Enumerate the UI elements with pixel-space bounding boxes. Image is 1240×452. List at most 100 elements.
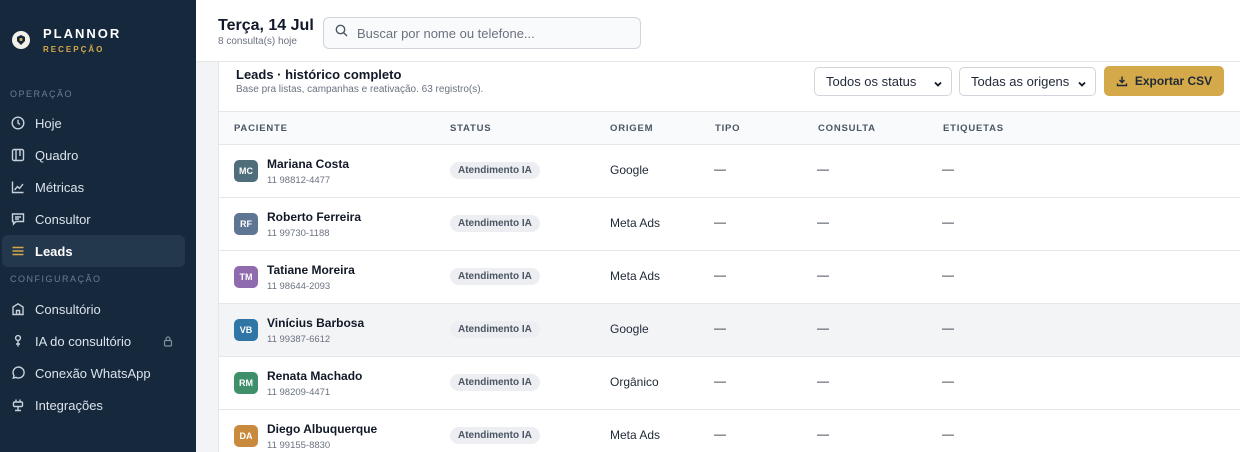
- origem-filter-select[interactable]: Todas as origens: [959, 67, 1096, 96]
- status-badge: Atendimento IA: [450, 427, 540, 444]
- message-icon: [11, 212, 25, 226]
- table-header: PACIENTE STATUS ORIGEM TIPO CONSULTA ETI…: [219, 111, 1240, 145]
- consulta-value: —: [817, 215, 829, 229]
- patient-phone: 11 99387-6612: [267, 334, 331, 345]
- sidebar-item-metricas[interactable]: Métricas: [2, 171, 185, 203]
- patient-phone: 11 98209-4471: [267, 387, 331, 398]
- avatar: TM: [234, 266, 258, 288]
- avatar: MC: [234, 160, 258, 182]
- origem-value: Google: [610, 322, 649, 336]
- patient-name: Roberto Ferreira: [267, 210, 362, 224]
- etiquetas-value: —: [942, 268, 954, 282]
- leads-title: Leads · histórico completo: [236, 67, 402, 82]
- column-header-etiquetas[interactable]: ETIQUETAS: [943, 123, 1004, 134]
- sidebar-item-ia[interactable]: IA do consultório: [2, 325, 185, 357]
- tipo-value: —: [714, 374, 726, 388]
- top-bar: Terça, 14 Jul 8 consulta(s) hoje: [196, 0, 1240, 62]
- patient-phone: 11 98644-2093: [267, 281, 331, 292]
- etiquetas-value: —: [942, 215, 954, 229]
- chat-bubble-icon: [11, 366, 25, 380]
- leads-card: Leads · histórico completo Base pra list…: [218, 62, 1240, 452]
- table-row[interactable]: DA Diego Albuquerque 11 99155-8830 Atend…: [219, 410, 1240, 452]
- etiquetas-value: —: [942, 321, 954, 335]
- tipo-value: —: [714, 268, 726, 282]
- column-header-paciente[interactable]: PACIENTE: [234, 123, 288, 134]
- brand-name: PLANNOR: [43, 26, 122, 41]
- consulta-value: —: [817, 427, 829, 441]
- avatar: RF: [234, 213, 258, 235]
- status-badge: Atendimento IA: [450, 268, 540, 285]
- section-label-configuracao: CONFIGURAÇÃO: [10, 274, 102, 284]
- patient-name: Tatiane Moreira: [267, 263, 355, 277]
- kanban-icon: [11, 148, 25, 162]
- section-label-operacao: OPERAÇÃO: [10, 89, 74, 99]
- search-icon: [335, 24, 348, 42]
- sidebar-item-consultor[interactable]: Consultor: [2, 203, 185, 235]
- brand-logo-icon: [12, 31, 30, 49]
- appointments-count: 8 consulta(s) hoje: [218, 36, 297, 47]
- tipo-value: —: [714, 215, 726, 229]
- patient-phone: 11 98812-4477: [267, 175, 331, 186]
- tipo-value: —: [714, 162, 726, 176]
- sidebar-item-label: Métricas: [35, 179, 85, 195]
- export-csv-button[interactable]: Exportar CSV: [1104, 66, 1224, 96]
- sidebar-item-label: Conexão WhatsApp: [35, 365, 151, 381]
- page-title: Terça, 14 Jul: [218, 17, 314, 34]
- building-icon: [11, 302, 25, 316]
- search-box[interactable]: [323, 17, 641, 49]
- status-badge: Atendimento IA: [450, 162, 540, 179]
- etiquetas-value: —: [942, 374, 954, 388]
- sidebar-item-integracoes[interactable]: Integrações: [2, 389, 185, 421]
- origem-value: Meta Ads: [610, 269, 661, 283]
- origem-value: Meta Ads: [610, 216, 661, 230]
- sidebar: PLANNOR RECEPÇÃO OPERAÇÃO Hoje Quadro Mé…: [0, 0, 196, 452]
- patient-name: Mariana Costa: [267, 157, 350, 171]
- sidebar-item-label: Leads: [35, 243, 73, 259]
- origem-filter-value: Todas as origens: [971, 74, 1070, 89]
- leads-table-body: MC Mariana Costa 11 98812-4477 Atendimen…: [219, 145, 1240, 452]
- status-filter-value: Todos os status: [826, 74, 917, 89]
- clock-icon: [11, 116, 25, 130]
- brand-subtitle: RECEPÇÃO: [43, 45, 105, 54]
- sidebar-item-quadro[interactable]: Quadro: [2, 139, 185, 171]
- sidebar-item-label: Consultório: [35, 301, 101, 317]
- status-badge: Atendimento IA: [450, 374, 540, 391]
- brand: PLANNOR RECEPÇÃO: [0, 0, 196, 80]
- patient-name: Diego Albuquerque: [267, 422, 378, 436]
- lock-icon: [163, 335, 173, 347]
- avatar: DA: [234, 425, 258, 447]
- patient-name: Vinícius Barbosa: [267, 316, 365, 330]
- chevron-down-icon: [1077, 77, 1087, 92]
- table-row[interactable]: VB Vinícius Barbosa 11 99387-6612 Atendi…: [219, 304, 1240, 357]
- column-header-origem[interactable]: ORIGEM: [610, 123, 653, 134]
- consulta-value: —: [817, 268, 829, 282]
- table-row[interactable]: RM Renata Machado 11 98209-4471 Atendime…: [219, 357, 1240, 410]
- sidebar-item-label: Integrações: [35, 397, 103, 413]
- consulta-value: —: [817, 162, 829, 176]
- list-icon: [11, 244, 25, 258]
- sidebar-item-label: Quadro: [35, 147, 79, 163]
- sidebar-item-label: Hoje: [35, 115, 62, 131]
- sidebar-item-label: IA do consultório: [35, 333, 132, 349]
- status-badge: Atendimento IA: [450, 321, 540, 338]
- patient-phone: 11 99730-1188: [267, 228, 330, 239]
- etiquetas-value: —: [942, 427, 954, 441]
- sidebar-item-leads[interactable]: Leads: [2, 235, 185, 267]
- sidebar-item-hoje[interactable]: Hoje: [2, 107, 185, 139]
- tipo-value: —: [714, 427, 726, 441]
- table-row[interactable]: RF Roberto Ferreira 11 99730-1188 Atendi…: [219, 198, 1240, 251]
- column-header-status[interactable]: STATUS: [450, 123, 491, 134]
- table-row[interactable]: TM Tatiane Moreira 11 98644-2093 Atendim…: [219, 251, 1240, 304]
- table-row[interactable]: MC Mariana Costa 11 98812-4477 Atendimen…: [219, 145, 1240, 198]
- search-input[interactable]: [357, 25, 627, 41]
- sidebar-item-whatsapp[interactable]: Conexão WhatsApp: [2, 357, 185, 389]
- column-header-tipo[interactable]: TIPO: [715, 123, 740, 134]
- status-filter-select[interactable]: Todos os status: [814, 67, 952, 96]
- avatar: VB: [234, 319, 258, 341]
- sidebar-item-consultorio[interactable]: Consultório: [2, 293, 185, 325]
- export-csv-label: Exportar CSV: [1134, 74, 1213, 88]
- column-header-consulta[interactable]: CONSULTA: [818, 123, 876, 134]
- consulta-value: —: [817, 374, 829, 388]
- patient-name: Renata Machado: [267, 369, 363, 383]
- chevron-down-icon: [933, 77, 943, 92]
